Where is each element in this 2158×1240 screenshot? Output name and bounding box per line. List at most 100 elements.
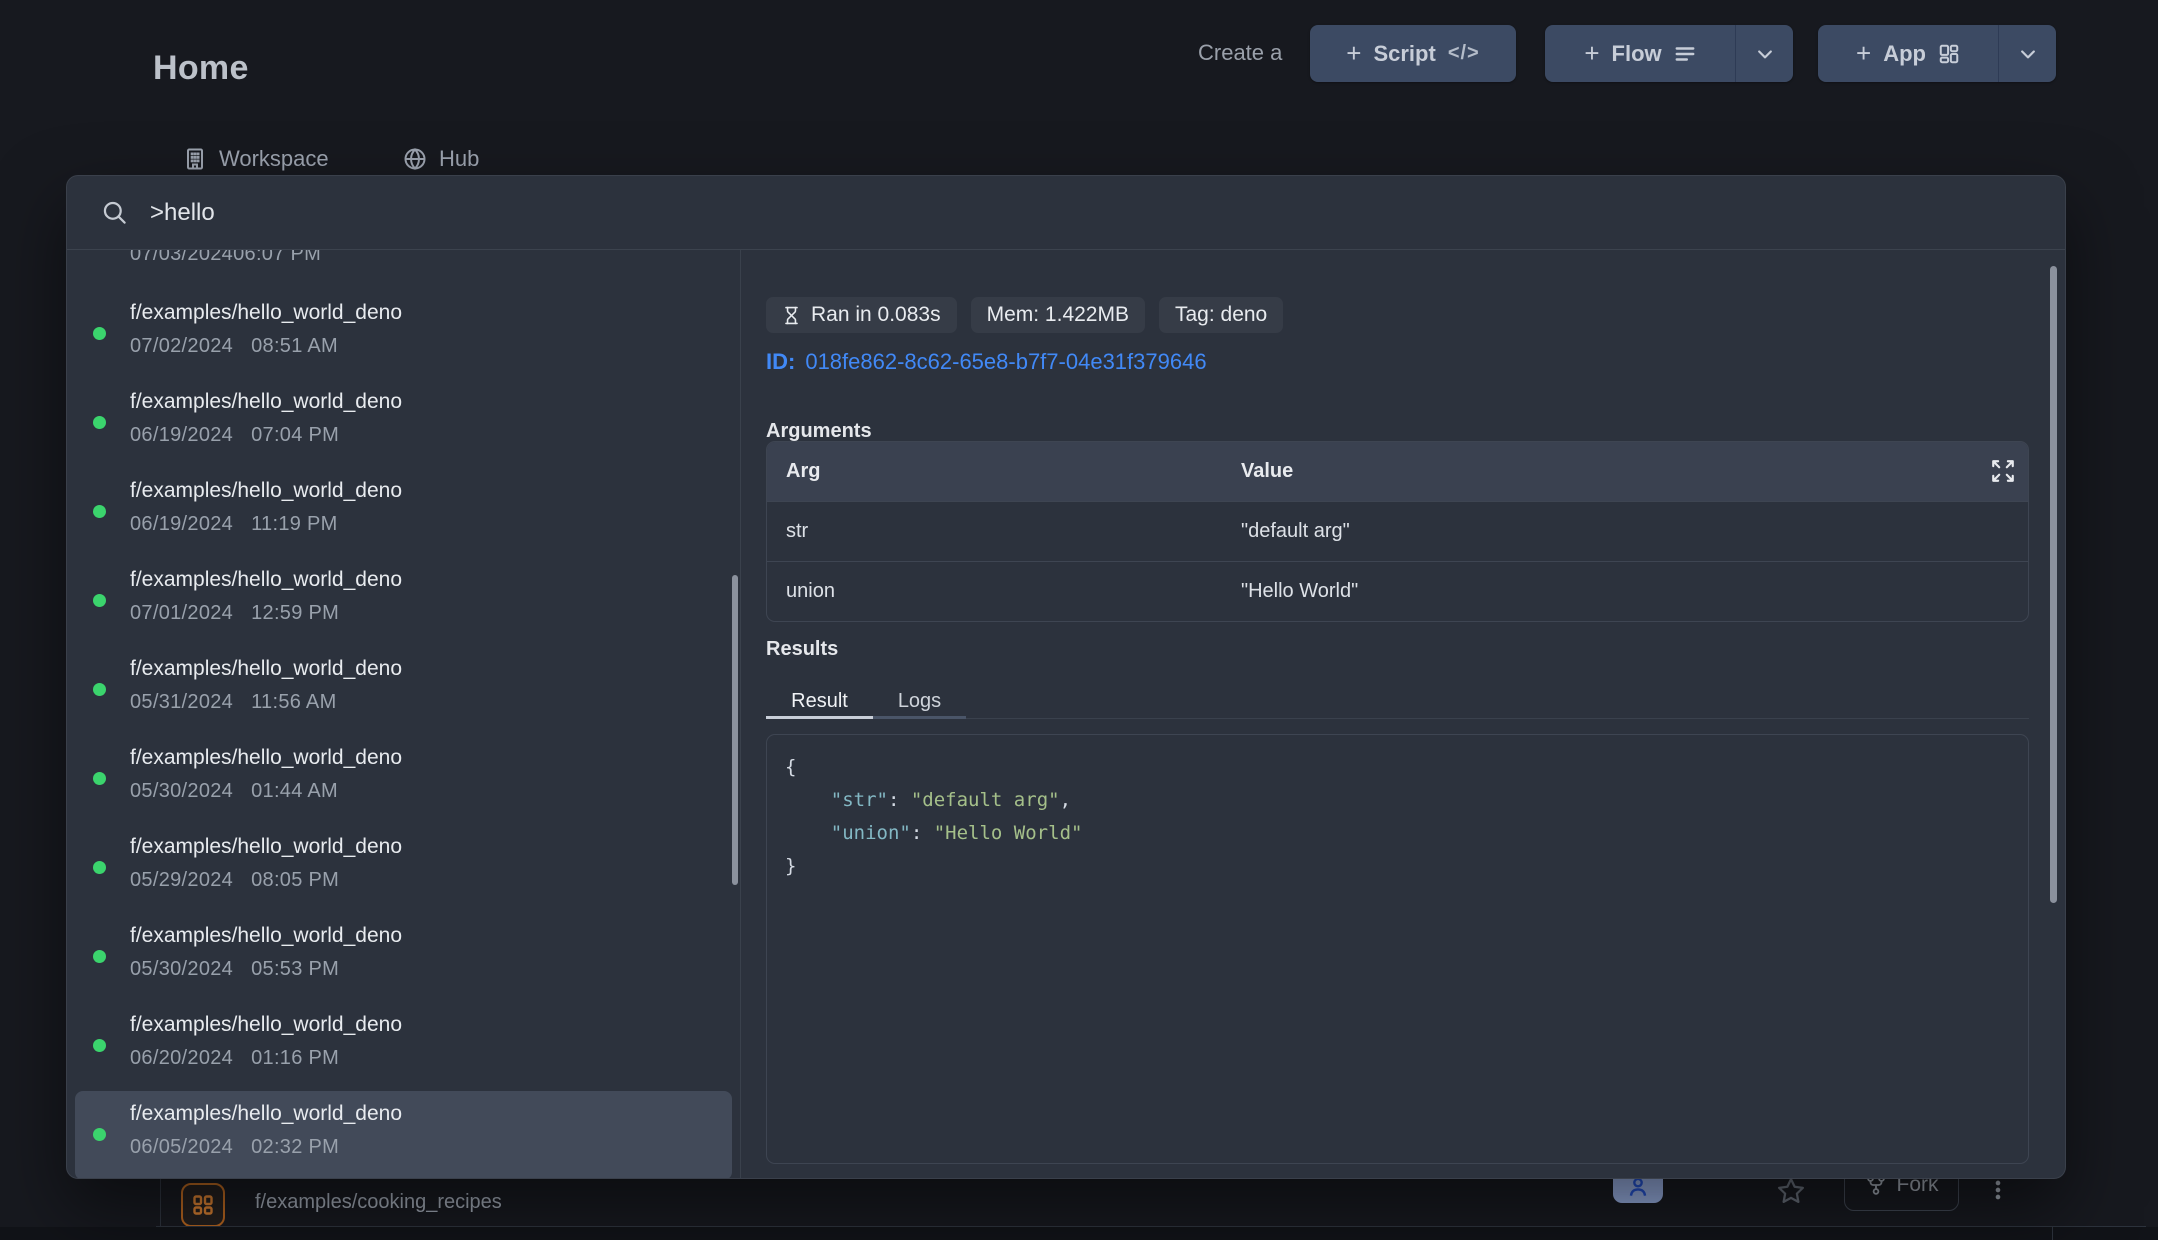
run-path: f/examples/hello_world_deno	[130, 834, 402, 860]
run-detail-pane: Ran in 0.083s Mem: 1.422MB Tag: deno ID:…	[741, 250, 2065, 1178]
arg-column-header: Arg	[786, 442, 820, 501]
flow-dropdown-button[interactable]	[1735, 25, 1793, 82]
create-flow-button[interactable]: + Flow	[1545, 25, 1735, 82]
run-id-row[interactable]: ID: 018fe862-8c62-65e8-b7f7-04e31f379646	[766, 349, 1207, 375]
globe-icon	[403, 147, 427, 171]
code-line: "str": "default arg",	[785, 784, 2010, 817]
run-path: f/examples/hello_world_deno	[130, 478, 402, 504]
create-app-group: + App	[1818, 25, 2056, 82]
success-status-dot	[93, 1039, 106, 1052]
star-icon[interactable]	[1776, 1176, 1806, 1206]
inactive-tab-underline	[873, 716, 966, 719]
tab-workspace[interactable]: Workspace	[183, 146, 329, 172]
run-list-scrollbar-thumb[interactable]	[732, 575, 738, 885]
argument-row: union "Hello World"	[767, 562, 2028, 621]
tab-hub-label: Hub	[439, 146, 479, 172]
code-icon: </>	[1448, 42, 1480, 65]
expand-icon[interactable]	[1990, 458, 2016, 484]
run-id-label: ID:	[766, 349, 795, 374]
tab-hub[interactable]: Hub	[403, 146, 479, 172]
arguments-table-header: Arg Value	[767, 442, 2028, 502]
run-timestamp: 06/19/202411:19 PM	[130, 511, 338, 537]
run-timestamp: 06/20/202401:16 PM	[130, 1045, 339, 1071]
success-status-dot	[93, 861, 106, 874]
kebab-menu-icon[interactable]	[1984, 1176, 2012, 1204]
run-path: f/examples/hello_world_deno	[130, 1101, 402, 1127]
chevron-down-icon	[2018, 44, 2038, 64]
run-timestamp: 07/02/202408:51 AM	[130, 333, 338, 359]
layout-grid-icon	[191, 1193, 215, 1217]
search-icon	[101, 199, 128, 226]
run-path: f/examples/hello_world_deno	[130, 567, 402, 593]
run-list-item[interactable]: f/examples/hello_world_deno 06/19/202407:…	[75, 379, 732, 468]
run-path: f/examples/hello_world_deno	[130, 389, 402, 415]
success-status-dot	[93, 594, 106, 607]
tab-workspace-label: Workspace	[219, 146, 329, 172]
run-list-item[interactable]: f/examples/hello_world_deno 05/30/202401:…	[75, 735, 732, 824]
modal-scrollbar-thumb[interactable]	[2050, 266, 2057, 903]
building-icon	[183, 147, 207, 171]
search-bar	[67, 176, 2065, 250]
run-list-item[interactable]: f/examples/hello_world_deno06/05/202402:…	[75, 1091, 732, 1178]
create-label: Create a	[1198, 40, 1282, 66]
row-left-border	[160, 1179, 161, 1226]
success-status-dot	[93, 505, 106, 518]
plus-icon: +	[1584, 40, 1599, 66]
plus-icon: +	[1346, 40, 1361, 66]
code-line: "union": "Hello World"	[785, 817, 2010, 850]
tag-badge: Tag: deno	[1159, 297, 1283, 333]
run-timestamp: 05/30/202405:53 PM	[130, 956, 339, 982]
arguments-section-title: Arguments	[766, 420, 872, 443]
run-list-item[interactable]: f/examples/hello_world_deno 05/29/202408:…	[75, 824, 732, 913]
results-tabs: Result Logs	[766, 684, 2029, 719]
cooking-recipes-path: f/examples/cooking_recipes	[255, 1191, 502, 1214]
search-input[interactable]	[148, 198, 1752, 228]
success-status-dot	[93, 327, 106, 340]
result-json-viewer: { "str": "default arg", "union": "Hello …	[766, 734, 2029, 1164]
argument-value: "default arg"	[1241, 502, 1350, 561]
run-path: f/examples/hello_world_deno	[130, 300, 402, 326]
run-list-item[interactable]: f/examples/hello_world_deno 06/20/202401:…	[75, 1002, 732, 1091]
run-path: f/examples/hello_world_deno	[130, 923, 402, 949]
page-title: Home	[153, 49, 249, 88]
results-section-title: Results	[766, 638, 838, 661]
argument-name: union	[786, 562, 835, 621]
hourglass-icon	[782, 306, 801, 325]
memory-badge: Mem: 1.422MB	[971, 297, 1145, 333]
command-palette-modal: 07/03/202406:07 PM f/examples/hello_worl…	[66, 175, 2066, 1179]
bottom-strip	[0, 1227, 2158, 1240]
argument-value: "Hello World"	[1241, 562, 1358, 621]
run-path: f/examples/hello_world_deno	[130, 1012, 402, 1038]
code-line: }	[785, 850, 2010, 883]
run-list-item[interactable]: f/examples/hello_world_deno 05/30/202405:…	[75, 913, 732, 1002]
create-flow-group: + Flow	[1545, 25, 1793, 82]
run-id-value: 018fe862-8c62-65e8-b7f7-04e31f379646	[805, 349, 1206, 374]
run-timestamp: 05/29/202408:05 PM	[130, 867, 339, 893]
create-script-button[interactable]: + Script </>	[1310, 25, 1516, 82]
run-list: 07/03/202406:07 PM f/examples/hello_worl…	[67, 250, 740, 1178]
run-list-item[interactable]: f/examples/hello_world_deno07/01/202412:…	[75, 557, 732, 646]
success-status-dot	[93, 416, 106, 429]
tab-logs[interactable]: Logs	[873, 684, 966, 718]
value-column-header: Value	[1241, 442, 1293, 501]
run-timestamp: 05/30/202401:44 AM	[130, 778, 338, 804]
run-timestamp: 06/19/202407:04 PM	[130, 422, 339, 448]
success-status-dot	[93, 950, 106, 963]
create-app-button[interactable]: + App	[1818, 25, 1998, 82]
memory-badge-label: Mem: 1.422MB	[987, 303, 1129, 327]
run-path: f/examples/hello_world_deno	[130, 745, 402, 771]
success-status-dot	[93, 1128, 106, 1141]
run-timestamp: 05/31/202411:56 AM	[130, 689, 337, 715]
run-list-item[interactable]: f/examples/hello_world_deno 06/19/202411:…	[75, 468, 732, 557]
tab-result[interactable]: Result	[766, 684, 873, 718]
run-list-item[interactable]: f/examples/hello_world_deno 05/31/202411:…	[75, 646, 732, 735]
chevron-down-icon	[1755, 44, 1775, 64]
run-list-partial-item[interactable]: 07/03/202406:07 PM	[130, 250, 321, 267]
app-dropdown-button[interactable]	[1998, 25, 2056, 82]
plus-icon: +	[1856, 40, 1871, 66]
argument-name: str	[786, 502, 808, 561]
run-list-item[interactable]: f/examples/hello_world_deno 07/02/202408:…	[75, 290, 732, 379]
table-right-border	[2052, 1226, 2053, 1240]
run-path: f/examples/hello_world_deno	[130, 656, 402, 682]
success-status-dot	[93, 772, 106, 785]
